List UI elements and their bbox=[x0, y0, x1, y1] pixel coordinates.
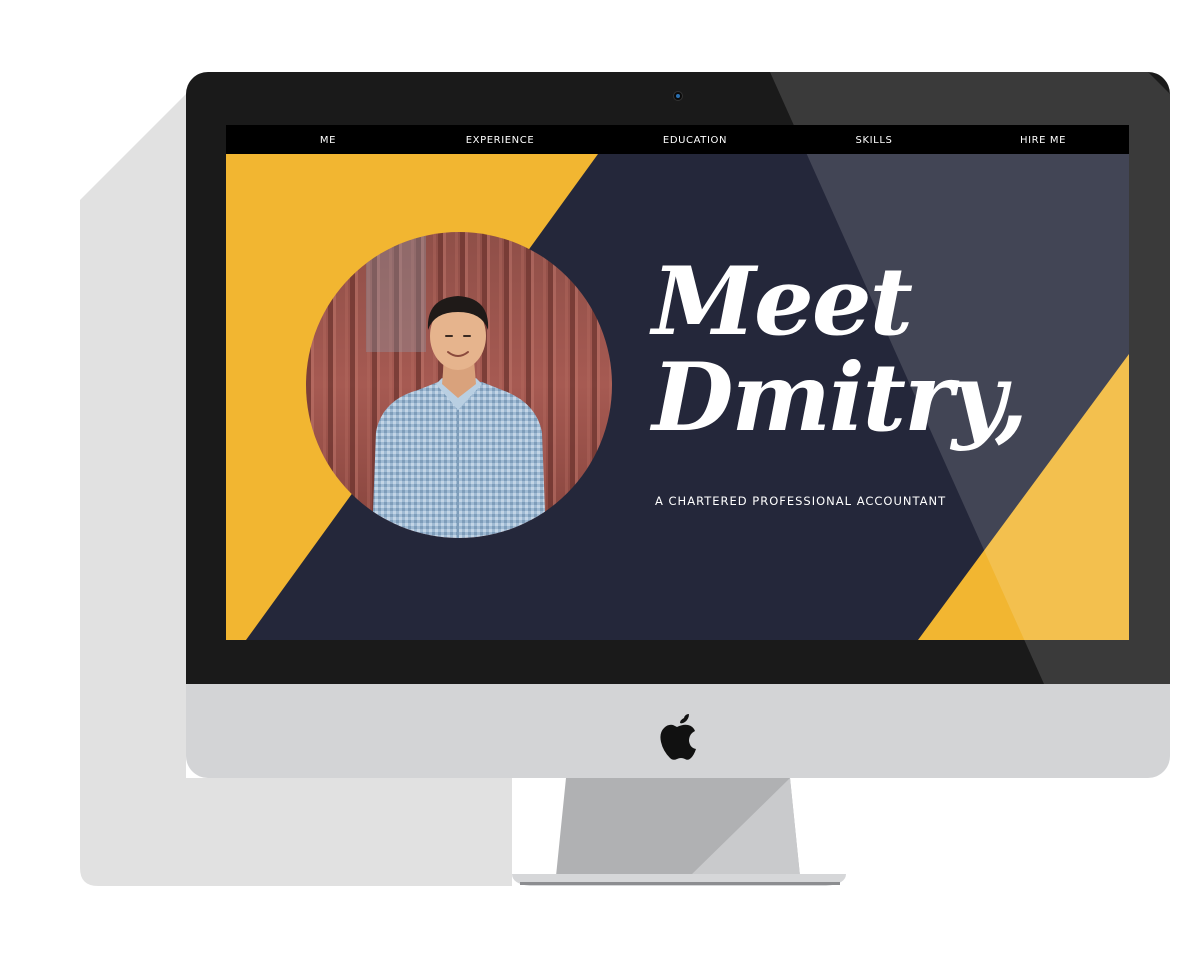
apple-icon bbox=[660, 714, 696, 760]
nav-item-education[interactable]: EDUCATION bbox=[663, 125, 727, 154]
monitor-chin bbox=[186, 684, 1170, 778]
hero-headline: Meet Dmitry, bbox=[652, 247, 1028, 453]
monitor-bezel: ME EXPERIENCE EDUCATION SKILLS HIRE ME M… bbox=[186, 72, 1170, 684]
camera-icon bbox=[673, 91, 683, 101]
site-navigation: ME EXPERIENCE EDUCATION SKILLS HIRE ME bbox=[226, 125, 1129, 154]
nav-item-hire-me[interactable]: HIRE ME bbox=[1020, 125, 1066, 154]
hero-section: Meet Dmitry, A CHARTERED PROFESSIONAL AC… bbox=[226, 154, 1129, 640]
monitor: ME EXPERIENCE EDUCATION SKILLS HIRE ME M… bbox=[186, 72, 1170, 778]
mockup-stage: ME EXPERIENCE EDUCATION SKILLS HIRE ME M… bbox=[0, 0, 1200, 960]
profile-photo bbox=[306, 232, 612, 538]
nav-item-experience[interactable]: EXPERIENCE bbox=[466, 125, 535, 154]
headline-line-2: Dmitry, bbox=[652, 343, 1028, 453]
nav-item-skills[interactable]: SKILLS bbox=[856, 125, 893, 154]
website-screen: ME EXPERIENCE EDUCATION SKILLS HIRE ME M… bbox=[226, 125, 1129, 640]
hero-subtitle: A CHARTERED PROFESSIONAL ACCOUNTANT bbox=[655, 494, 947, 508]
nav-item-me[interactable]: ME bbox=[320, 125, 336, 154]
headline-line-1: Meet bbox=[652, 247, 913, 357]
